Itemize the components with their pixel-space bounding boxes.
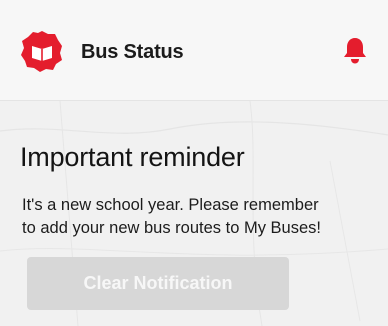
notification-message-line: It's a new school year. Please remember [22,196,319,214]
app-header: Bus Status [0,0,388,100]
notification-title: Important reminder [20,142,245,172]
notification-message: It's a new school year. Please remember … [22,194,382,240]
app-title: Bus Status [81,41,184,63]
notification-message-line: to add your new bus routes to My Buses! [22,219,321,237]
clear-notification-button[interactable]: Clear Notification [27,257,289,310]
bell-icon[interactable] [342,36,368,64]
logo-icon [21,31,62,72]
